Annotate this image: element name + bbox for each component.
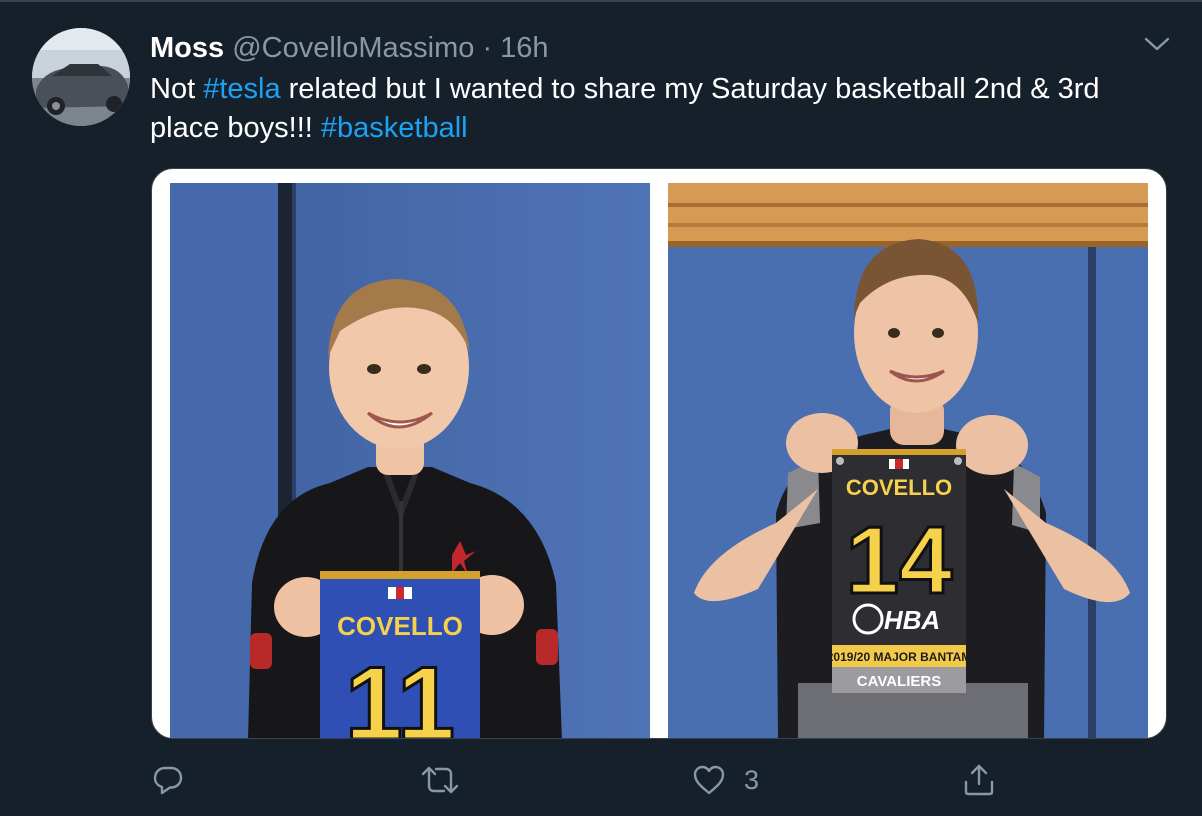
author-name[interactable]: Moss (150, 32, 224, 64)
photo-boy-jersey-11: COVELLO 11 (170, 183, 650, 739)
avatar[interactable] (32, 28, 130, 126)
reply-button[interactable] (152, 757, 184, 803)
author-handle[interactable]: @CovelloMassimo (232, 32, 474, 64)
tweet-text-part: Not (150, 73, 204, 105)
banner-name-right: COVELLO (846, 475, 952, 500)
tweet-header: Moss @CovelloMassimo · 16h (150, 30, 549, 66)
banner-team-right: CAVALIERS (857, 673, 941, 690)
banner-number-right: 14 (846, 507, 953, 614)
banner-name-left: COVELLO (337, 611, 463, 641)
photo-left[interactable]: COVELLO 11 (170, 183, 650, 739)
tweet-timestamp[interactable]: 16h (500, 32, 548, 64)
heart-icon (693, 765, 725, 795)
hashtag-tesla[interactable]: #tesla (203, 73, 280, 105)
photo-teen-jersey-14: COVELLO 14 HBA 2019/20 MAJOR BANTAM CAVA… (668, 183, 1148, 738)
reply-icon (153, 766, 183, 795)
banner-number-left: 11 (345, 646, 455, 739)
like-button[interactable]: 3 (692, 757, 759, 803)
banner-logo-right: HBA (884, 605, 940, 635)
tweet-card: Moss @CovelloMassimo · 16h Not #tesla re… (0, 0, 1202, 816)
photo-right[interactable]: COVELLO 14 HBA 2019/20 MAJOR BANTAM CAVA… (668, 183, 1148, 738)
hashtag-basketball[interactable]: #basketball (321, 112, 468, 144)
media-grid: COVELLO 11 COVELLO 14 HBA 2019/20 MAJOR … (151, 168, 1167, 739)
share-icon (964, 764, 994, 796)
separator-dot: · (482, 32, 493, 64)
tweet-text: Not #tesla related but I wanted to share… (150, 70, 1160, 148)
banner-season-right: 2019/20 MAJOR BANTAM (827, 650, 971, 664)
action-bar: 3 (0, 757, 1202, 803)
tweet-text-part: related but I wanted to share my Saturda… (150, 73, 1100, 144)
like-count: 3 (744, 764, 760, 795)
retweet-icon (421, 766, 459, 794)
chevron-down-icon[interactable] (1142, 32, 1172, 56)
avatar-image (32, 28, 130, 126)
retweet-button[interactable] (420, 757, 460, 803)
share-button[interactable] (962, 757, 996, 803)
